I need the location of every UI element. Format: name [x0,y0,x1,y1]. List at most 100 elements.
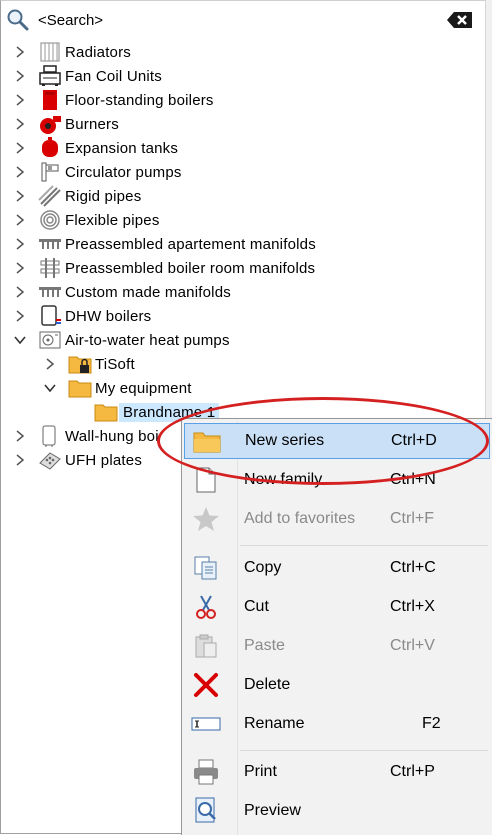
tree-item-label: Wall-hung boi [65,427,159,445]
tree-item-my-equipment[interactable]: My equipment [44,376,192,400]
menu-item-new-family[interactable]: New family Ctrl+N [184,462,490,498]
menu-item-label: New family [244,471,323,488]
expand-arrow-icon[interactable] [14,262,26,274]
tree-item-preassembled-boiler-room-manifolds[interactable]: Preassembled boiler room manifolds [14,256,315,280]
tree-item-label: Fan Coil Units [65,67,162,85]
menu-item-label: Delete [244,676,291,693]
boiler-icon [38,89,62,111]
dhw-boiler-icon [38,305,62,327]
menu-item-shortcut: F2 [422,715,441,732]
tree-item-air-to-water-heat-pumps[interactable]: Air-to-water heat pumps [14,328,230,352]
tree-item-label: DHW boilers [65,307,152,325]
menu-item-shortcut: Ctrl+V [390,637,435,654]
menu-item-rename[interactable]: Rename F2 [184,706,490,742]
tree-item-burners[interactable]: Burners [14,112,119,136]
tree-item-label: Preassembled boiler room manifolds [65,259,316,277]
menu-item-label: Copy [244,559,282,576]
clear-search-icon[interactable] [446,10,474,34]
radiator-icon [38,41,62,63]
menu-item-shortcut: Ctrl+F [390,510,434,527]
expand-arrow-icon[interactable] [14,94,26,106]
expand-arrow-icon[interactable] [14,118,26,130]
tree-item-label: Burners [65,115,119,133]
menu-item-shortcut: Ctrl+D [391,432,437,449]
burner-icon [38,113,62,135]
tree-item-label: Radiators [65,43,131,61]
menu-item-shortcut: Ctrl+C [390,559,436,576]
tree-item-label: Circulator pumps [65,163,182,181]
expand-arrow-icon[interactable] [14,166,26,178]
wall-hung-boiler-icon [38,425,62,447]
rigid-pipe-icon [38,185,62,207]
expand-arrow-icon[interactable] [14,286,26,298]
tree-item-radiators[interactable]: Radiators [14,40,131,64]
expand-arrow-icon[interactable] [44,358,56,370]
expand-arrow-icon[interactable] [14,46,26,58]
search-icon[interactable] [6,8,30,36]
expand-arrow-icon[interactable] [14,190,26,202]
menu-item-label: Cut [244,598,269,615]
expand-arrow-icon[interactable] [14,142,26,154]
expand-arrow-icon[interactable] [14,310,26,322]
custom-manifold-icon [38,281,62,303]
tree-item-label: TiSoft [95,355,135,373]
menu-item-label: New series [245,432,325,449]
expand-arrow-icon[interactable] [14,430,26,442]
tree-item-expansion-tanks[interactable]: Expansion tanks [14,136,178,160]
folder-icon [68,377,92,399]
tree-item-circulator-pumps[interactable]: Circulator pumps [14,160,182,184]
search-bar[interactable]: <Search> [6,8,472,32]
menu-item-shortcut: Ctrl+X [390,598,435,615]
tree-item-label: Expansion tanks [65,139,179,157]
search-input[interactable]: <Search> [38,12,103,29]
menu-separator [240,545,488,546]
manifold-icon [38,233,62,255]
folder-icon [94,401,118,423]
star-icon [190,503,222,535]
tree-item-rigid-pipes[interactable]: Rigid pipes [14,184,141,208]
expand-arrow-icon[interactable] [14,454,26,466]
fan-coil-icon [38,65,62,87]
menu-item-shortcut: Ctrl+N [390,471,436,488]
menu-item-new-series[interactable]: New series Ctrl+D [184,423,490,459]
menu-item-preview[interactable]: Preview [184,793,490,829]
tree-item-label: Custom made manifolds [65,283,231,301]
heat-pump-icon [38,329,62,351]
tree-item-fan-coil-units[interactable]: Fan Coil Units [14,64,162,88]
expand-arrow-icon[interactable] [14,214,26,226]
collapse-arrow-icon[interactable] [44,382,56,394]
tree-item-floor-standing-boilers[interactable]: Floor-standing boilers [14,88,214,112]
tree-item-label: Preassembled apartement manifolds [65,235,316,253]
context-menu: New series Ctrl+D New family Ctrl+N Add … [181,418,492,835]
menu-separator [240,750,488,751]
preview-icon [190,795,222,827]
ufh-plate-icon [38,449,62,471]
tree-item-dhw-boilers[interactable]: DHW boilers [14,304,151,328]
menu-item-print[interactable]: Print Ctrl+P [184,754,490,790]
expand-arrow-icon[interactable] [14,238,26,250]
menu-item-shortcut: Ctrl+P [390,763,435,780]
expand-arrow-icon[interactable] [14,70,26,82]
collapse-arrow-icon[interactable] [14,334,26,346]
menu-item-copy[interactable]: Copy Ctrl+C [184,550,490,586]
menu-item-cut[interactable]: Cut Ctrl+X [184,589,490,625]
tree-item-label: Air-to-water heat pumps [65,331,230,349]
tree-item-label: Floor-standing boilers [65,91,214,109]
tree-item-ufh-plates[interactable]: UFH plates [14,448,142,472]
tree-item-tisoft[interactable]: TiSoft [44,352,135,376]
folder-icon [191,425,223,457]
printer-icon [190,756,222,788]
menu-item-delete[interactable]: Delete [184,667,490,703]
tree-item-preassembled-apartement-manifolds[interactable]: Preassembled apartement manifolds [14,232,316,256]
delete-x-icon [190,669,222,701]
menu-item-paste[interactable]: Paste Ctrl+V [184,628,490,664]
locked-folder-icon [68,353,92,375]
tree-item-wall-hung-boilers[interactable]: Wall-hung boi [14,424,159,448]
paste-icon [190,630,222,662]
flexible-pipe-icon [38,209,62,231]
menu-item-label: Paste [244,637,285,654]
tree-item-label: My equipment [95,379,192,397]
menu-item-add-to-favorites[interactable]: Add to favorites Ctrl+F [184,501,490,537]
tree-item-flexible-pipes[interactable]: Flexible pipes [14,208,160,232]
tree-item-custom-made-manifolds[interactable]: Custom made manifolds [14,280,231,304]
